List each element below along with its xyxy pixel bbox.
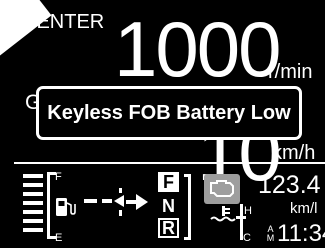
fuel-pump-icon — [56, 198, 76, 216]
fuel-economy-unit: km/l — [290, 200, 318, 217]
fuel-bar — [23, 201, 43, 205]
fuel-bar — [23, 174, 43, 178]
fuel-bar — [23, 210, 43, 214]
fuel-pointer-icon — [84, 188, 124, 216]
fuel-empty-label: E — [55, 232, 63, 244]
keyless-fob-alert-popup[interactable]: Keyless FOB Battery Low — [36, 86, 302, 140]
gear-pointer-icon — [126, 194, 148, 210]
temperature-cold-label: C — [243, 232, 251, 244]
coolant-temperature-icon — [210, 206, 236, 222]
fuel-bar — [23, 183, 43, 187]
fuel-gauge-scale — [47, 172, 50, 239]
temperature-scale — [240, 204, 243, 240]
clock-am-pm: A M — [266, 225, 275, 243]
fuel-economy-value: 123.4 — [258, 171, 321, 199]
display-mode-label: CENTER — [22, 11, 105, 33]
alert-message: Keyless FOB Battery Low — [47, 101, 291, 124]
fuel-full-label: F — [55, 171, 62, 183]
check-engine-icon — [204, 174, 240, 204]
vehicle-speed-unit: km/h — [272, 142, 316, 164]
gear-reverse: R — [158, 218, 179, 238]
clock-m-label: M — [266, 233, 275, 243]
fuel-bar — [23, 219, 43, 223]
instrument-cluster-display: CENTER 1000 r/min G 10 km/h Keyless FOB … — [0, 0, 325, 248]
fuel-bar — [23, 192, 43, 196]
engine-speed-value: 1000 — [114, 5, 282, 93]
section-divider — [14, 162, 325, 164]
gear-neutral: N — [162, 195, 175, 216]
gear-indicator-bracket — [184, 174, 191, 240]
clock-time: 11:34 — [277, 220, 325, 247]
fuel-bar — [23, 228, 43, 232]
engine-speed-unit: r/min — [268, 61, 313, 83]
gear-forward: F — [158, 172, 179, 192]
